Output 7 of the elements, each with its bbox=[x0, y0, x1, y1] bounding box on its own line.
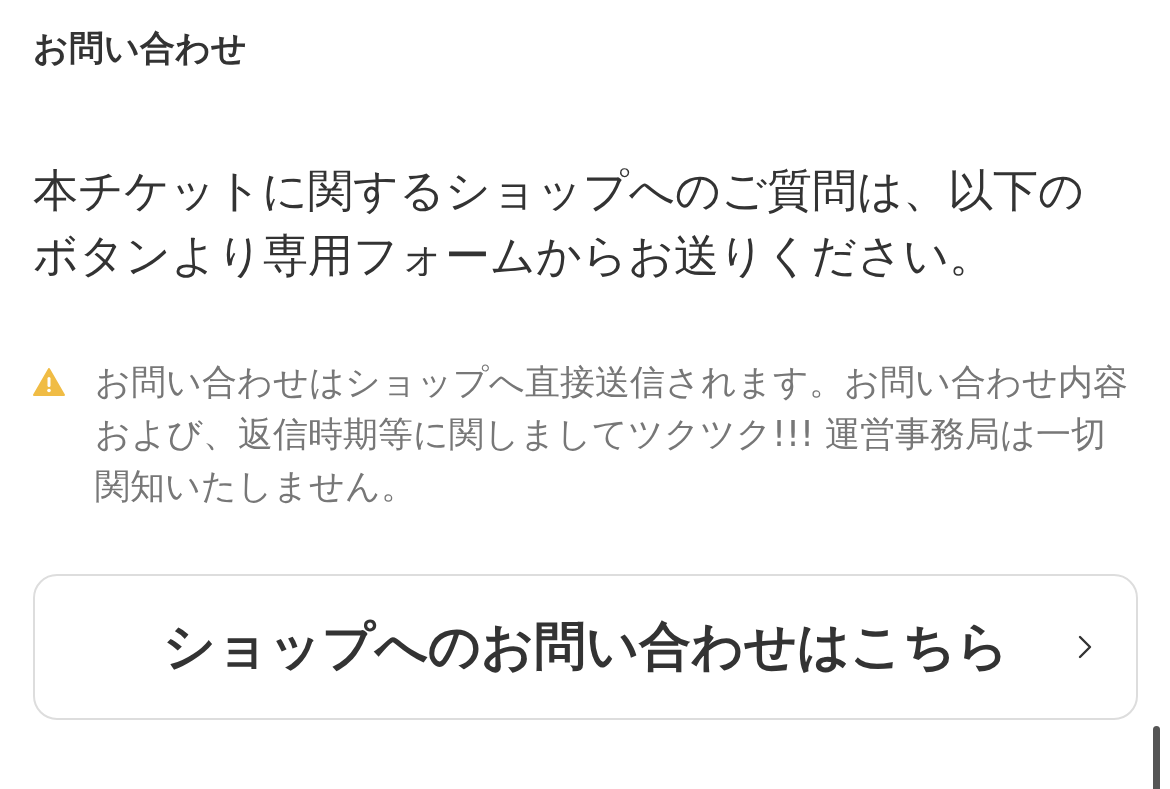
warning-icon bbox=[33, 368, 65, 396]
chevron-right-icon bbox=[1078, 635, 1092, 659]
description-text: 本チケットに関するショップへのご質問は、以下のボタンより専用フォームからお送りください。 bbox=[33, 163, 1085, 284]
notice-text: お問い合わせはショップへ直接送信されます。お問い合わせ内容および、返信時期等に関しましてツクツク!!! 運営事務局は一切関知いたしません。 bbox=[95, 361, 1129, 508]
section-title: お問い合わせ bbox=[33, 27, 248, 70]
scrollbar[interactable] bbox=[1153, 726, 1160, 789]
contact-shop-button[interactable]: ショップへのお問い合わせはこちら bbox=[33, 574, 1138, 720]
